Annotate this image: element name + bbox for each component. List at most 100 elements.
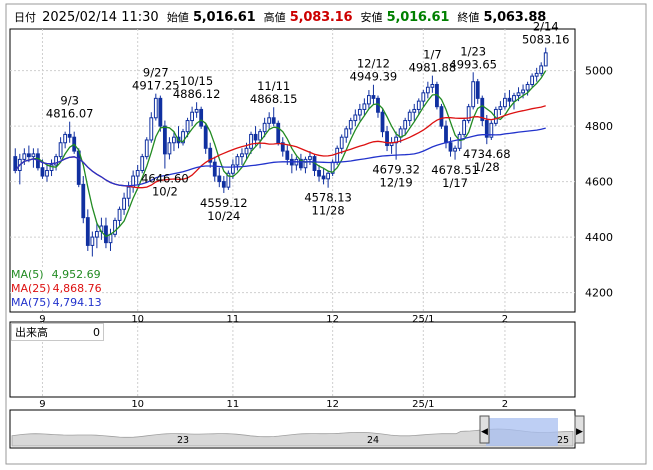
ma5-label: MA(5) <box>11 268 44 281</box>
candle-up <box>140 156 145 172</box>
navigator-year-label: 24 <box>367 435 379 446</box>
date-label: 日付 <box>14 11 36 24</box>
ma25-value: 4,868.76 <box>52 282 102 295</box>
candle-up <box>167 142 172 155</box>
chevron-right-icon: ▶ <box>576 427 583 437</box>
low-value: 5,016.61 <box>386 10 450 25</box>
candle-down <box>76 150 81 185</box>
annotation-label: 10/15 <box>180 74 213 88</box>
annotation-label: 4734.68 <box>463 147 511 161</box>
candle-down <box>199 108 204 127</box>
candle-up <box>108 233 113 244</box>
candle-down <box>162 125 167 155</box>
candle-up <box>498 106 503 110</box>
candle-up <box>453 147 457 152</box>
chart-frame: 42004400460048005000 9/34816.079/274917.… <box>0 0 653 470</box>
candle-up <box>63 133 68 144</box>
candle-down <box>81 183 86 219</box>
candle-down <box>448 142 453 152</box>
datetime-value: 2025/02/14 11:30 <box>42 10 159 25</box>
annotation-label: 4578.13 <box>304 191 352 205</box>
candle-down <box>253 133 258 141</box>
candle-up <box>353 114 358 122</box>
volume-legend: 出来高 0 <box>11 323 104 341</box>
candle-up <box>262 122 267 133</box>
candle-up <box>503 97 507 108</box>
candle-up <box>326 172 331 180</box>
x-tick-label: 25/1 <box>412 399 434 410</box>
candle-up <box>530 75 535 85</box>
candle-up <box>412 108 417 113</box>
candle-down <box>317 170 321 177</box>
candle-down <box>380 111 385 133</box>
annotation-label: 1/7 <box>423 48 442 62</box>
candle-up <box>430 83 435 88</box>
candle-down <box>67 133 72 138</box>
candle-up <box>135 170 140 177</box>
candle-up <box>344 128 349 138</box>
candle-up <box>185 120 190 133</box>
y-tick-label: 4400 <box>585 231 613 244</box>
candle-up <box>117 208 122 221</box>
candle-up <box>471 81 476 108</box>
annotation-label: 11/28 <box>312 204 345 218</box>
annotation-label: 4949.39 <box>350 70 398 84</box>
candle-down <box>212 161 217 177</box>
candle-up <box>462 120 467 135</box>
annotation-label: 4559.12 <box>200 196 248 210</box>
annotation-label: 4816.07 <box>46 107 94 121</box>
candle-up <box>335 147 340 163</box>
close-label: 終値 <box>457 11 480 24</box>
annotation-label: 4646.60 <box>141 172 189 186</box>
annotation-label: 10/24 <box>207 209 240 223</box>
ma75-value: 4,794.13 <box>52 296 102 309</box>
annotation-label: 1/28 <box>474 160 500 174</box>
annotation-label: 4678.51 <box>431 163 479 177</box>
annotation-label: 4679.32 <box>372 163 420 177</box>
candle-up <box>367 95 371 105</box>
high-label: 高値 <box>263 11 286 24</box>
candle-up <box>308 156 312 160</box>
y-tick-label: 4600 <box>585 176 613 189</box>
candle-down <box>217 175 222 183</box>
candle-up <box>267 117 272 124</box>
candle-down <box>276 122 281 144</box>
candle-up <box>235 156 240 166</box>
annotation-label: 1/23 <box>460 44 486 58</box>
ma5-legend: MA(5) 4,952.69 <box>11 268 102 282</box>
candle-down <box>271 117 276 124</box>
candle-up <box>144 139 149 158</box>
candle-up <box>194 108 199 113</box>
x-tick-label: 11 <box>227 399 240 410</box>
annotation-label: 1/17 <box>442 176 468 190</box>
candle-up <box>539 65 544 74</box>
candle-down <box>321 175 326 180</box>
ma-legend: MA(5) 4,952.69 MA(25) 4,868.76 MA(75) 4,794… <box>11 268 102 310</box>
ma5-value: 4,952.69 <box>51 268 101 281</box>
candle-up <box>543 52 548 67</box>
candle-up <box>357 108 362 116</box>
candle-down <box>104 225 108 244</box>
candle-down <box>371 95 376 99</box>
candle-up <box>190 111 194 122</box>
candle-up <box>230 164 235 174</box>
candle-up <box>90 236 95 246</box>
annotation-label: 12/12 <box>357 57 390 71</box>
volume-label: 出来高 <box>15 326 48 339</box>
candle-down <box>203 125 208 149</box>
candle-up <box>339 136 344 149</box>
candle-down <box>26 153 31 158</box>
annotation-label: 4886.12 <box>173 87 221 101</box>
candle-up <box>348 120 353 130</box>
candle-up <box>122 197 126 210</box>
candle-up <box>22 153 27 160</box>
candle-down <box>221 181 226 188</box>
candle-down <box>40 167 45 177</box>
y-tick-label: 4800 <box>585 120 613 133</box>
volume-value: 0 <box>93 326 100 339</box>
ma75-label: MA(75) <box>11 296 51 309</box>
candle-up <box>407 111 412 122</box>
candle-down <box>439 106 444 127</box>
y-tick-label: 4200 <box>585 287 613 300</box>
candle-up <box>153 97 158 119</box>
